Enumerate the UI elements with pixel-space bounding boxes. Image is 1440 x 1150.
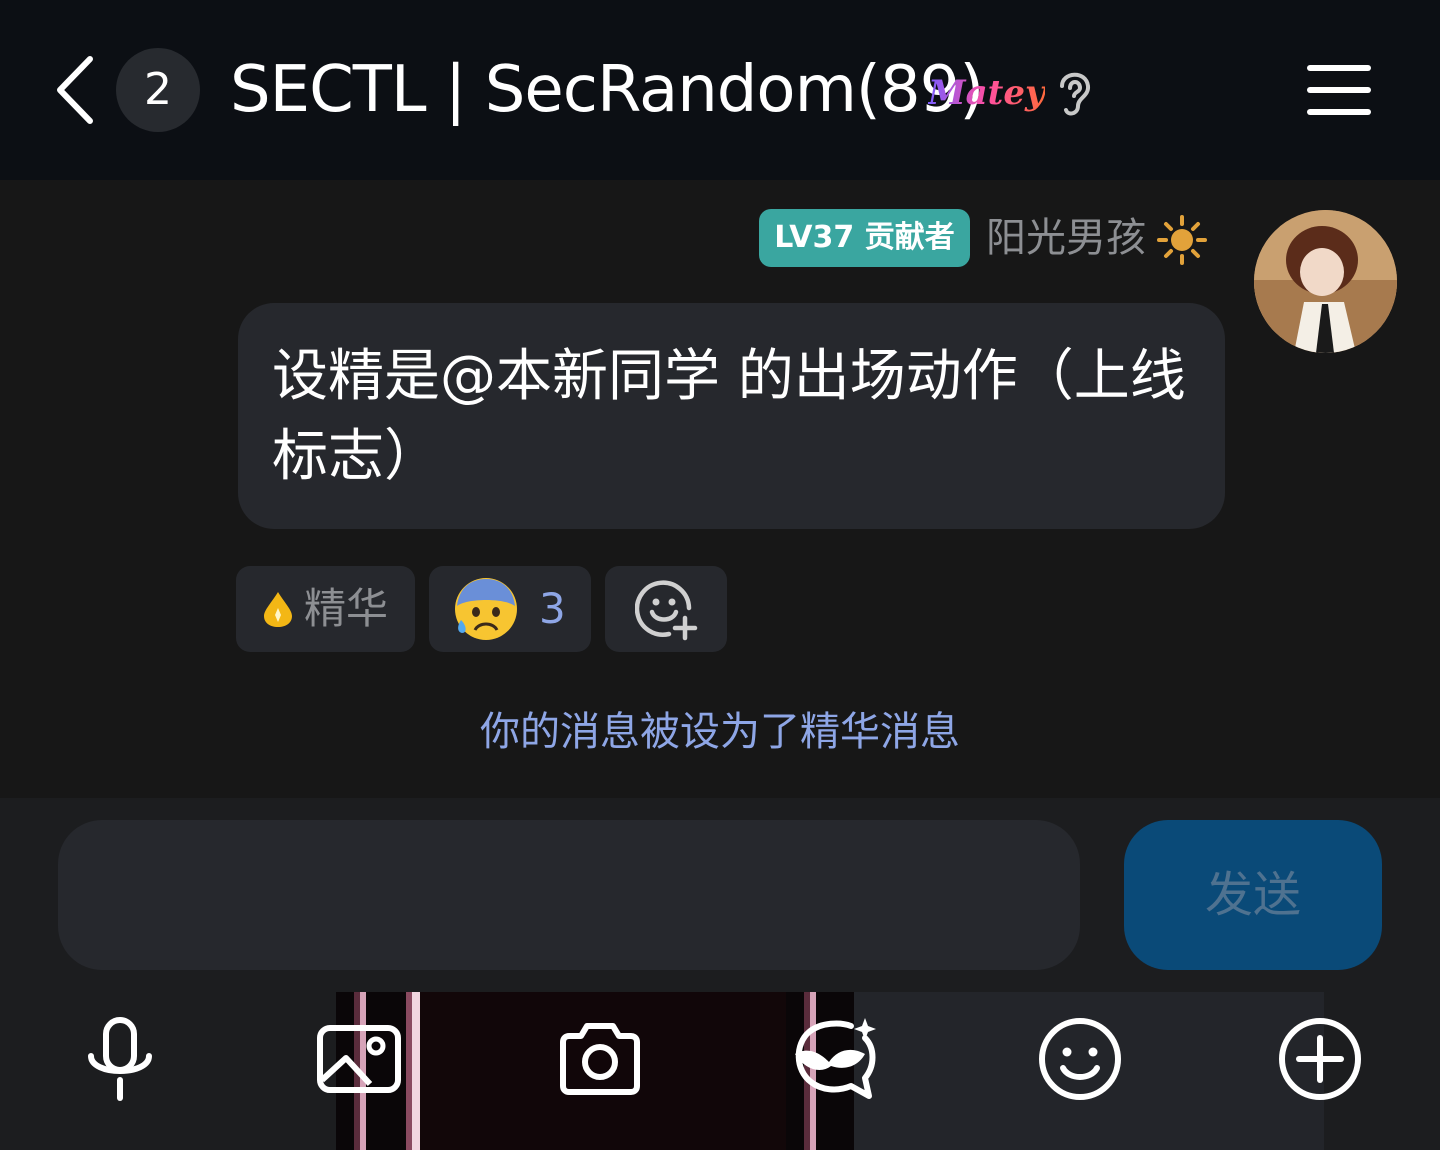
- microphone-icon[interactable]: [75, 1014, 165, 1104]
- image-icon[interactable]: [314, 1014, 404, 1104]
- back-icon[interactable]: [52, 55, 98, 125]
- message-bubble[interactable]: 设精是@本新同学 的出场动作（上线标志）: [238, 303, 1225, 529]
- matey-logo[interactable]: Matey: [928, 68, 1045, 118]
- unread-count-badge[interactable]: 2: [116, 48, 200, 132]
- notice-text: 你的消息被设为了: [480, 709, 800, 755]
- reaction-count: 3: [539, 584, 566, 633]
- plus-icon[interactable]: [1275, 1014, 1365, 1104]
- anxious-sweat-emoji-icon: [455, 578, 517, 640]
- avatar-image: [1254, 210, 1397, 353]
- emoji-reaction-chip[interactable]: 3: [429, 566, 591, 652]
- group-title[interactable]: SECTL | SecRandom(89): [230, 50, 984, 130]
- level-badge: LV37 贡献者: [759, 209, 970, 267]
- mask-icon[interactable]: [791, 1014, 881, 1104]
- avatar[interactable]: [1254, 210, 1397, 353]
- emoji-icon[interactable]: [1035, 1014, 1125, 1104]
- send-button[interactable]: 发送: [1124, 820, 1382, 970]
- ear-icon[interactable]: [1054, 64, 1094, 118]
- essence-message-link[interactable]: 精华消息: [800, 709, 960, 755]
- sender-name[interactable]: 阳光男孩: [986, 210, 1146, 266]
- system-notice: 你的消息被设为了精华消息: [0, 700, 1440, 764]
- menu-icon[interactable]: [1306, 62, 1372, 118]
- add-emoji-icon: [635, 580, 698, 641]
- essence-chip[interactable]: 精华: [236, 566, 415, 652]
- message-input[interactable]: [58, 820, 1080, 970]
- sun-icon: [1157, 215, 1207, 265]
- add-reaction-button[interactable]: [605, 566, 727, 652]
- camera-icon[interactable]: [555, 1014, 645, 1104]
- essence-drop-icon: [264, 592, 292, 627]
- message-text: 设精是@本新同学 的出场动作（上线标志）: [272, 344, 1186, 489]
- essence-label: 精华: [304, 584, 389, 633]
